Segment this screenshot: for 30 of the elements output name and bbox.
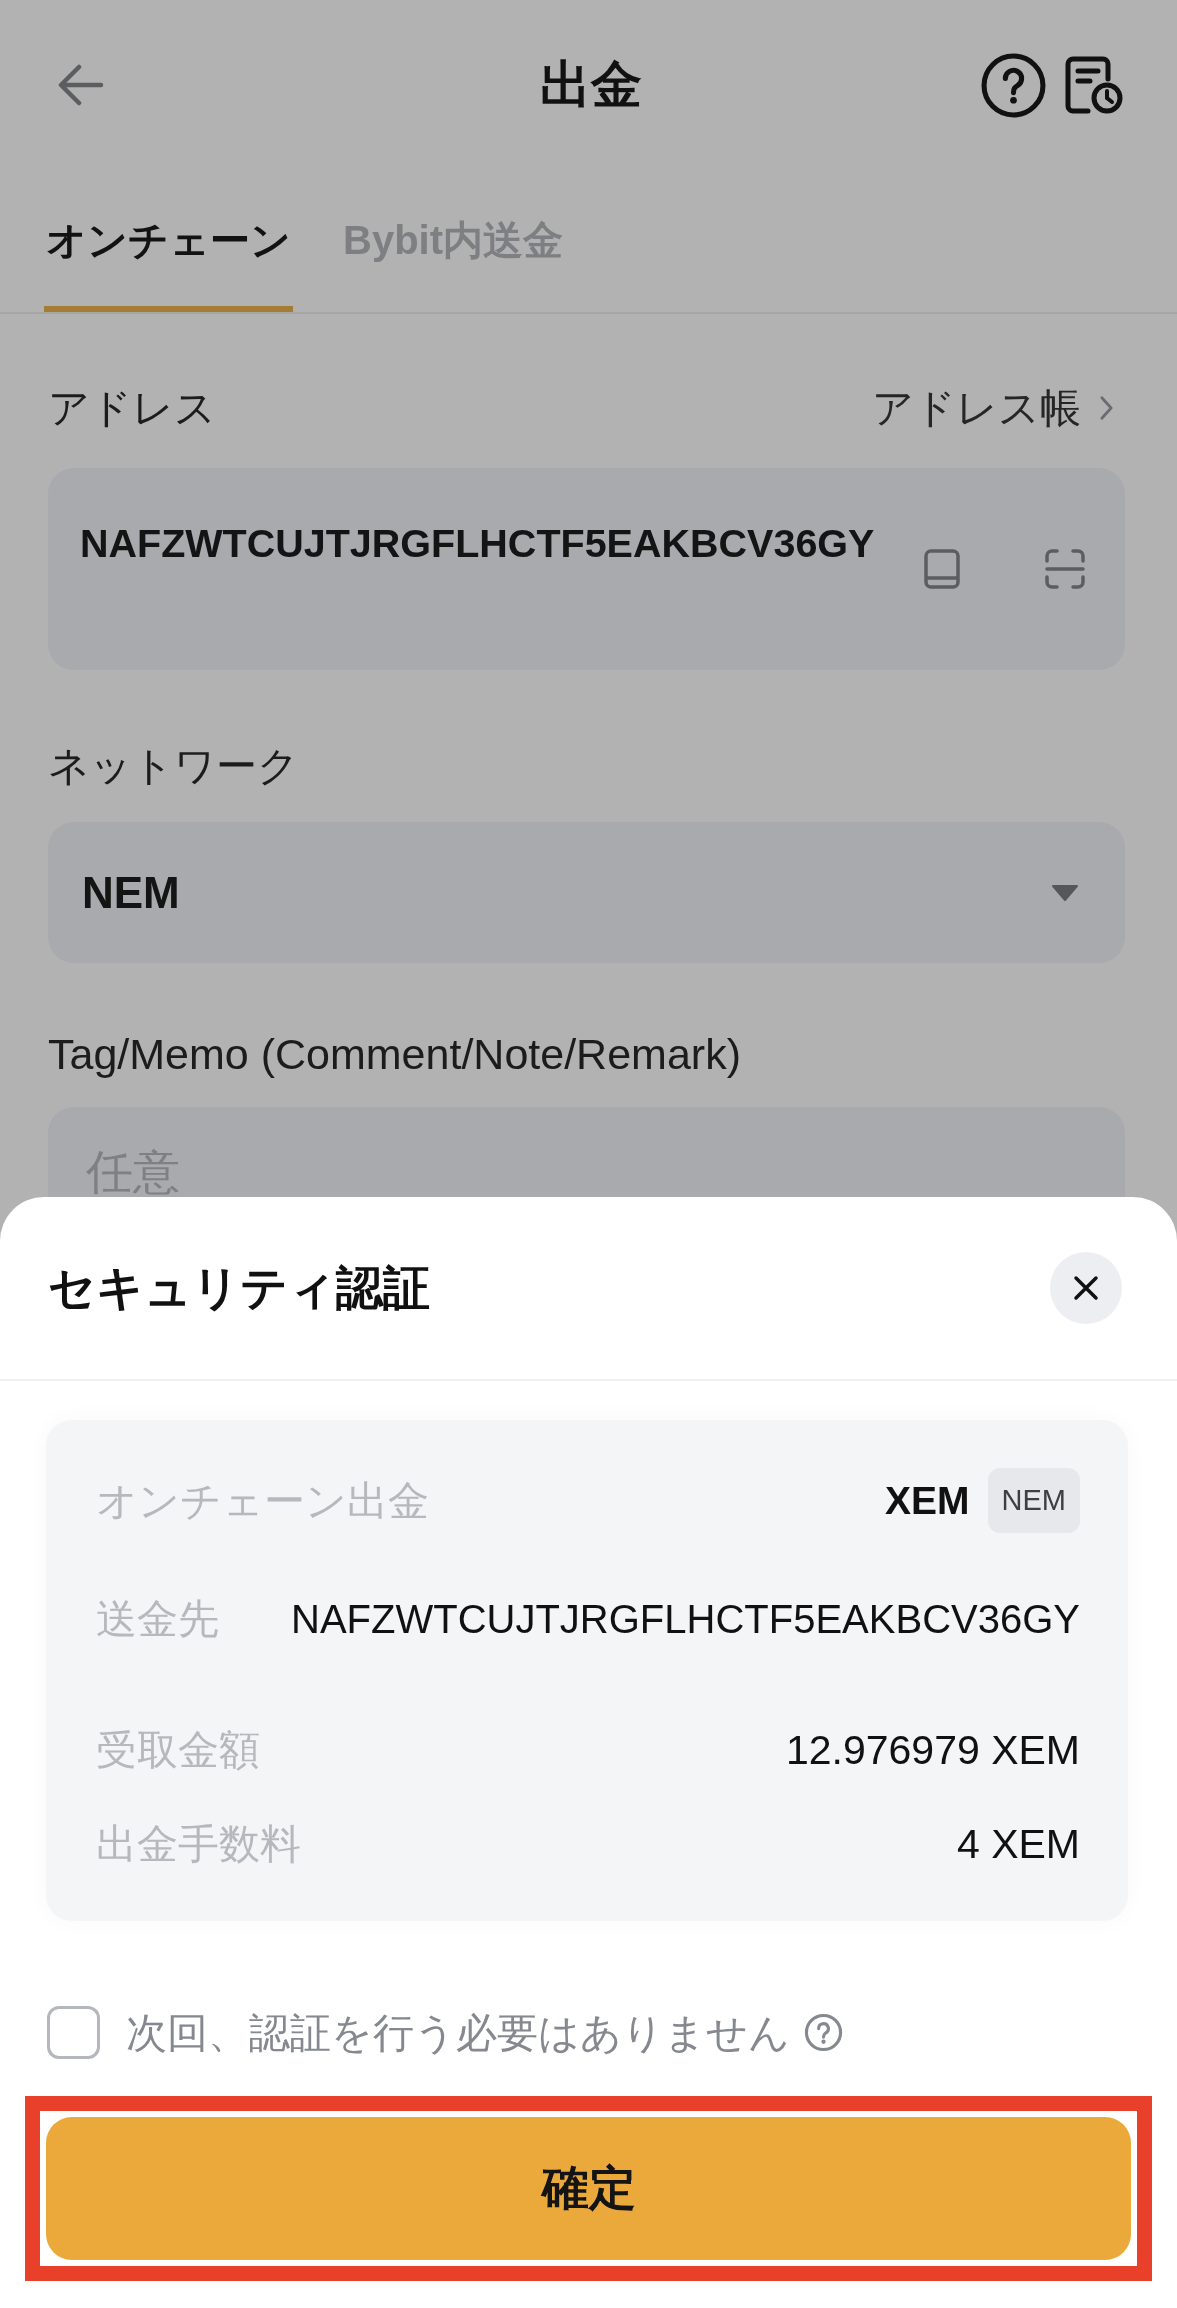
- confirm-button[interactable]: 確定: [46, 2117, 1131, 2260]
- chevron-right-icon: [1099, 395, 1114, 421]
- scan-icon[interactable]: [1045, 549, 1085, 589]
- summary-value: XEM: [885, 1477, 970, 1524]
- summary-label: オンチェーン出金: [96, 1476, 429, 1526]
- field-label: Tag/Memo (Comment/Note/Remark): [48, 1029, 741, 1079]
- address-book-link[interactable]: アドレス帳: [872, 383, 1114, 433]
- address-text: NAFZWTCUJTJRGFLHCTF5EAKBCV36GY: [80, 521, 876, 565]
- network-select[interactable]: NEM: [48, 822, 1125, 963]
- caret-down-icon: [1050, 883, 1080, 902]
- summary-value: 12.976979 XEM: [785, 1726, 1080, 1775]
- field-label: アドレス: [48, 384, 216, 433]
- help-icon[interactable]: [981, 52, 1046, 118]
- field-label: ネットワーク: [48, 742, 299, 791]
- summary-value: NAFZWTCUJTJRGFLHCTF5EAKBCV36GY: [291, 1596, 1080, 1643]
- network-badge: NEM: [987, 1468, 1080, 1533]
- summary-value: 4 XEM: [956, 1820, 1080, 1869]
- sheet-title: セキュリティ認証: [48, 1260, 430, 1316]
- summary-label: 出金手数料: [96, 1820, 301, 1869]
- summary-label: 送金先: [96, 1595, 219, 1644]
- close-icon: [1073, 1275, 1099, 1301]
- checkbox[interactable]: [47, 2006, 100, 2059]
- summary-label: 受取金額: [96, 1726, 260, 1775]
- address-field[interactable]: NAFZWTCUJTJRGFLHCTF5EAKBCV36GY: [48, 468, 1125, 670]
- page-title: 出金: [540, 55, 642, 115]
- network-value: NEM: [82, 866, 180, 919]
- checkbox-label: 次回、認証を行う必要はありません: [126, 2008, 790, 2058]
- history-icon[interactable]: [1064, 55, 1124, 115]
- book-icon[interactable]: [924, 549, 960, 589]
- back-arrow-icon[interactable]: [58, 62, 104, 108]
